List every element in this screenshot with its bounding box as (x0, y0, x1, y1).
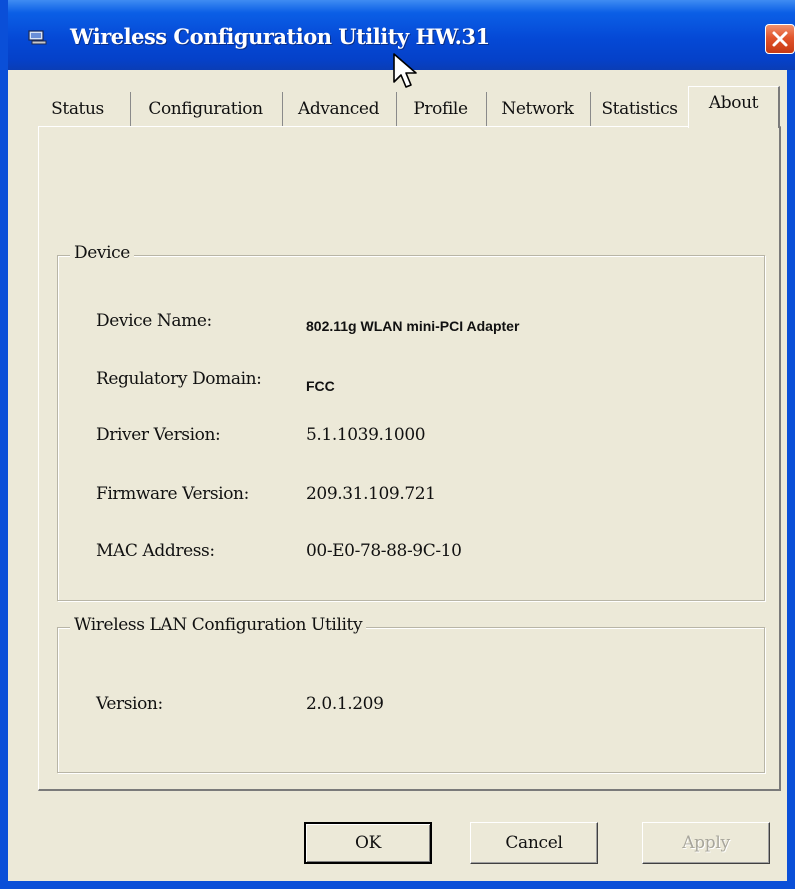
device-name-label: Device Name: (96, 311, 212, 331)
close-button[interactable] (765, 24, 795, 54)
tab-statistics[interactable]: Statistics (590, 92, 688, 126)
mac-address-value: 00-E0-78-88-9C-10 (306, 541, 462, 561)
firmware-version-label: Firmware Version: (96, 484, 249, 504)
regulatory-domain-label: Regulatory Domain: (96, 369, 262, 389)
window-title: Wireless Configuration Utility HW.31 (70, 24, 490, 49)
network-adapter-icon (28, 30, 48, 46)
tab-strip: Status Configuration Advanced Profile Ne… (30, 86, 780, 128)
utility-groupbox: Wireless LAN Configuration Utility Versi… (57, 615, 765, 773)
utility-version-label: Version: (96, 694, 163, 714)
mac-address-label: MAC Address: (96, 541, 215, 561)
utility-version-value: 2.0.1.209 (306, 694, 384, 714)
tab-about[interactable]: About (688, 86, 780, 128)
driver-version-value: 5.1.1039.1000 (306, 425, 426, 445)
device-legend: Device (70, 243, 134, 263)
regulatory-domain-value: FCC (306, 378, 335, 394)
tab-configuration[interactable]: Configuration (130, 92, 280, 126)
about-tab-panel: Device Device Name: 802.11g WLAN mini-PC… (38, 126, 781, 791)
apply-button[interactable]: Apply (642, 822, 770, 864)
tab-status[interactable]: Status (30, 92, 125, 126)
device-groupbox: Device Device Name: 802.11g WLAN mini-PC… (57, 243, 765, 601)
device-name-value: 802.11g WLAN mini-PCI Adapter (306, 318, 520, 334)
ok-button[interactable]: OK (304, 822, 432, 864)
cancel-button[interactable]: Cancel (470, 822, 598, 864)
tab-profile[interactable]: Profile (396, 92, 484, 126)
tab-advanced[interactable]: Advanced (282, 92, 394, 126)
close-icon (772, 31, 788, 47)
firmware-version-value: 209.31.109.721 (306, 484, 436, 504)
utility-legend: Wireless LAN Configuration Utility (70, 615, 367, 635)
driver-version-label: Driver Version: (96, 425, 221, 445)
tab-network[interactable]: Network (486, 92, 588, 126)
